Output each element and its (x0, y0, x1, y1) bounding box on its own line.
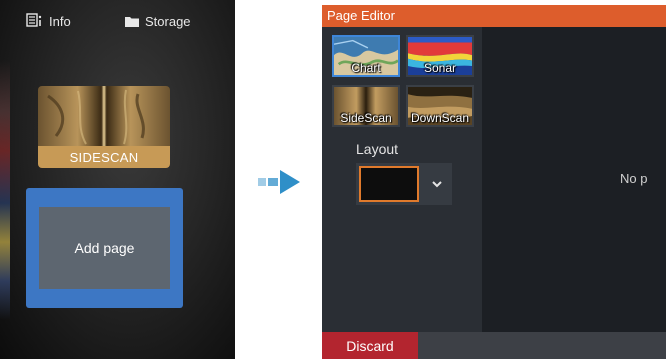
layout-label: Layout (356, 141, 399, 157)
sidescan-thumbnail (38, 86, 170, 146)
page-editor-window: Page Editor Chart Sonar SideScan DownSca… (322, 5, 666, 359)
sidescan-page-tile[interactable]: SIDESCAN (38, 86, 170, 168)
discard-button[interactable]: Discard (322, 332, 418, 359)
info-tab[interactable]: Info (26, 8, 71, 34)
page-editor-title: Page Editor (322, 5, 666, 27)
info-pages-icon (26, 13, 42, 27)
add-page-highlight: Add page (26, 188, 183, 308)
app-downscan[interactable]: DownScan (406, 85, 474, 127)
add-page-button[interactable]: Add page (39, 207, 170, 289)
device-home-panel: Info Storage SIDESCAN Add page (0, 0, 235, 359)
folder-icon (125, 16, 139, 27)
app-sonar-label: Sonar (423, 61, 457, 75)
page-canvas: No p (482, 27, 666, 332)
chevron-down-icon[interactable] (428, 177, 446, 191)
app-downscan-label: DownScan (410, 111, 470, 125)
storage-tab[interactable]: Storage (124, 8, 191, 34)
layout-dropdown[interactable] (356, 163, 452, 205)
app-sidescan[interactable]: SideScan (332, 85, 400, 127)
app-chart[interactable]: Chart (332, 35, 400, 77)
app-chart-label: Chart (351, 61, 381, 75)
editor-footer: Discard (322, 332, 666, 359)
layout-preview (359, 166, 419, 202)
background-glow (0, 60, 10, 320)
app-palette: Chart Sonar SideScan DownScan Layout (322, 27, 482, 332)
info-label: Info (49, 13, 71, 29)
storage-label: Storage (145, 13, 191, 29)
sidescan-tile-label: SIDESCAN (38, 146, 170, 168)
app-sonar[interactable]: Sonar (406, 35, 474, 77)
arrow-right-icon (258, 170, 300, 194)
app-sidescan-label: SideScan (340, 111, 392, 125)
empty-page-message: No p (620, 171, 648, 186)
